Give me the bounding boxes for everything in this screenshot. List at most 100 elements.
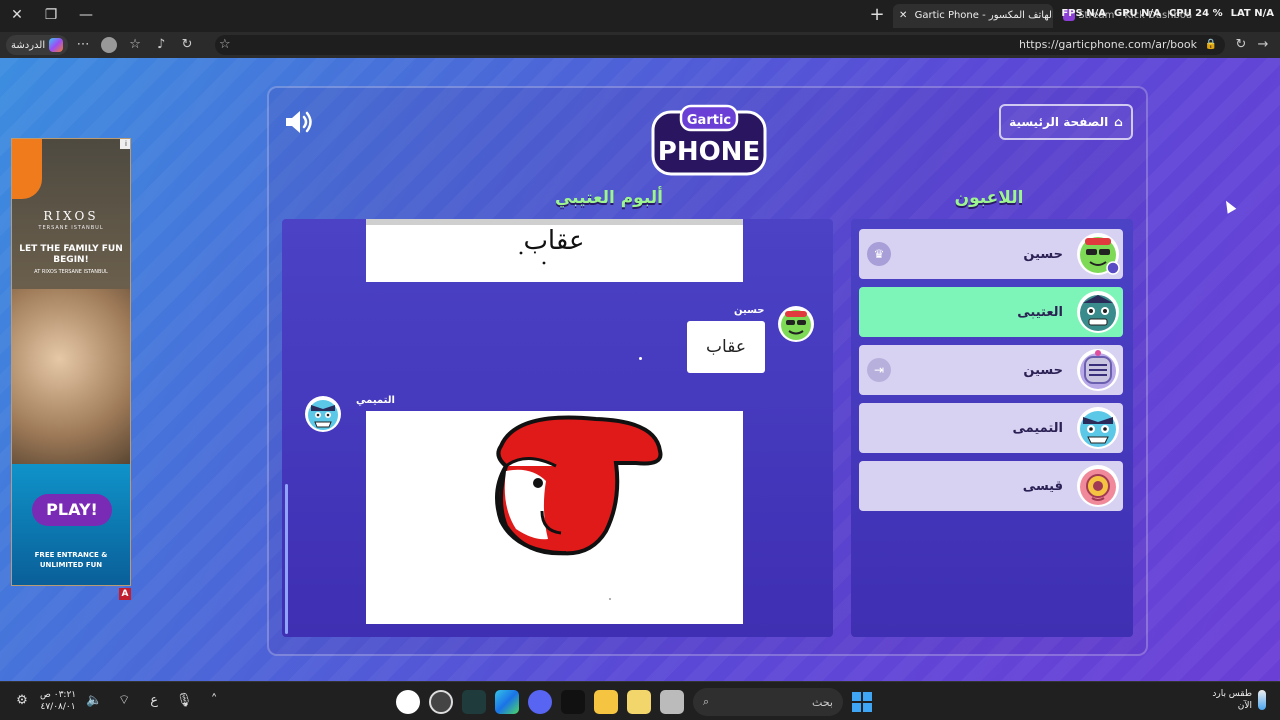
person-icon [1106,261,1120,275]
capcut-app-icon[interactable] [462,690,486,714]
copilot-icon [49,38,64,52]
home-button[interactable]: ⌂ الصفحة الرئيسية [999,104,1133,140]
settings-icon[interactable]: ⚙ [10,688,34,714]
gartic-phone-logo: Gartic PHONE [651,104,767,176]
microphone-icon[interactable]: 🎙 [172,688,196,714]
ad-bottom-section: PLAY! FREE ENTRANCE & UNLIMITED FUN [12,464,130,585]
avatar [305,396,341,432]
language-indicator[interactable]: ع [142,688,166,714]
system-tray: ⚙ ٠٣:٢١ ص ٤٧/٠٨/٠١ 🔈 ⌔ ع 🎙 ˄ [10,688,226,714]
ad-photo [12,289,130,464]
ad-brand-sub: TERSANE ISTANBUL [38,225,104,231]
game-panel: Gartic PHONE ⌂ الصفحة الرئيسية ألبوم الع… [267,86,1148,656]
avatar [778,306,814,342]
player-row-current[interactable]: العتيبى [859,287,1123,337]
restore-window-icon[interactable]: ❐ [40,4,62,26]
add-favorite-icon[interactable]: ☆ [219,35,231,55]
player-name: التميمى [1012,420,1063,436]
player-row[interactable]: التميمى [859,403,1123,453]
ad-top-section: RIXOS TERSANE ISTANBUL LET THE FAMILY FU… [12,139,130,289]
ad-brand: RIXOS [43,209,99,223]
player-row[interactable]: حسين ♛ [859,229,1123,279]
drawing-handwriting: عقاب [523,226,584,256]
discord-app-icon[interactable] [528,690,552,714]
taskbar-apps: بحث ⌕ [396,688,872,716]
clock[interactable]: ٠٣:٢١ ص ٤٧/٠٨/٠١ [40,689,76,713]
sound-icon[interactable] [283,108,315,136]
weather-line1: طقس بارد [1212,689,1252,699]
ad-decoration [12,139,42,199]
lock-icon[interactable]: 🔒 [1205,35,1217,55]
players-title: اللاعبون [954,188,1024,208]
svg-text:PHONE: PHONE [658,137,760,167]
overlay-stat: FPS N/A [1061,8,1106,19]
url-field[interactable]: ☆ https://garticphone.com/ar/book 🔒 [215,35,1225,55]
new-tab-button[interactable]: + [866,4,888,26]
ad-location: AT RIXOS TERSANE ISTANBUL [34,269,108,275]
wifi-icon[interactable]: ⌔ [112,688,136,714]
windows-start-icon[interactable] [852,692,872,712]
guess-author: حسين [734,305,765,316]
weather-widget[interactable]: طقس بارد الآن [1212,688,1266,712]
obs-studio-icon[interactable] [429,690,453,714]
copilot-chat-button[interactable]: الدردشة [6,35,69,55]
players-list: حسين ♛ العتيبى حسين ⇥ التميمى قيسى [851,219,1133,637]
volume-icon[interactable]: 🔈 [82,688,106,714]
drawing-canvas: عقاب [519,226,585,265]
overlay-stat: LAT N/A [1230,8,1274,19]
player-row[interactable]: قيسى [859,461,1123,511]
read-aloud-icon[interactable]: ♪ [150,35,172,55]
player-avatar [1077,233,1120,275]
obs-app-icon[interactable] [396,690,420,714]
favorites-icon[interactable]: ☆ [124,35,146,55]
drawing-author: التميمي [356,395,395,406]
player-name: قيسى [1022,478,1063,494]
stray-dot [639,357,642,360]
more-options-icon[interactable]: ⋯ [72,35,94,55]
player-name: العتيبى [1017,304,1063,320]
ad-play-logo: PLAY! [32,494,112,526]
weather-line2: الآن [1237,701,1252,711]
player-name: حسين [1023,246,1063,262]
guess-bubble: عقاب [687,321,765,373]
minimize-window-icon[interactable]: — [75,4,97,26]
ad-info-icon[interactable]: i [120,139,130,149]
album-feed[interactable]: عقاب حسين عقاب التميمي [282,219,833,637]
taskbar-search[interactable]: بحث ⌕ [693,688,843,716]
clock-time: ٠٣:٢١ ص [40,690,77,700]
performance-overlay: FPS N/A GPU N/A CPU 24 % LAT N/A [1061,8,1274,19]
crown-icon: ♛ [867,242,891,266]
profile-icon[interactable] [101,37,118,53]
copilot-label: الدردشة [11,39,46,51]
ad-cta: FREE ENTRANCE & UNLIMITED FUN [34,551,108,569]
ad-banner[interactable]: RIXOS TERSANE ISTANBUL LET THE FAMILY FU… [11,138,131,586]
tiktok-app-icon[interactable] [561,690,585,714]
page-content: RIXOS TERSANE ISTANBUL LET THE FAMILY FU… [0,58,1280,681]
search-icon: ⌕ [703,695,710,708]
close-window-icon[interactable]: ✕ [6,4,28,26]
home-button-label: الصفحة الرئيسية [1009,115,1109,129]
player-avatar [1077,291,1119,333]
url-text: https://garticphone.com/ar/book [1019,38,1197,51]
overlay-stat: GPU N/A [1114,8,1161,19]
folder-app-icon[interactable] [627,690,651,714]
app-icon[interactable] [660,690,684,714]
chevron-up-icon[interactable]: ˄ [202,688,226,714]
ad-choices-icon[interactable]: A [119,588,131,600]
overlay-stat: CPU 24 % [1168,8,1223,19]
tab-close-icon[interactable]: ✕ [899,10,907,21]
toolbar-left: الدردشة ⋯ ☆ ♪ ↻ [6,35,198,55]
toolbar-right: ↻ → [1230,35,1274,55]
reload-icon[interactable]: ↻ [1230,35,1252,55]
clock-date: ٤٧/٠٨/٠١ [40,702,76,712]
album-scrollbar[interactable] [285,484,288,634]
edge-browser-icon[interactable] [495,690,519,714]
player-avatar [1077,349,1119,391]
player-row[interactable]: حسين ⇥ [859,345,1123,395]
search-placeholder: بحث [812,695,833,709]
tab-gartic-phone[interactable]: ✕ Gartic Phone - لعبة الهاتف المكسور [893,4,1053,28]
file-explorer-icon[interactable] [594,690,618,714]
forward-icon[interactable]: → [1252,35,1274,55]
refresh-icon[interactable]: ↻ [176,35,198,55]
player-avatar [1077,407,1119,449]
